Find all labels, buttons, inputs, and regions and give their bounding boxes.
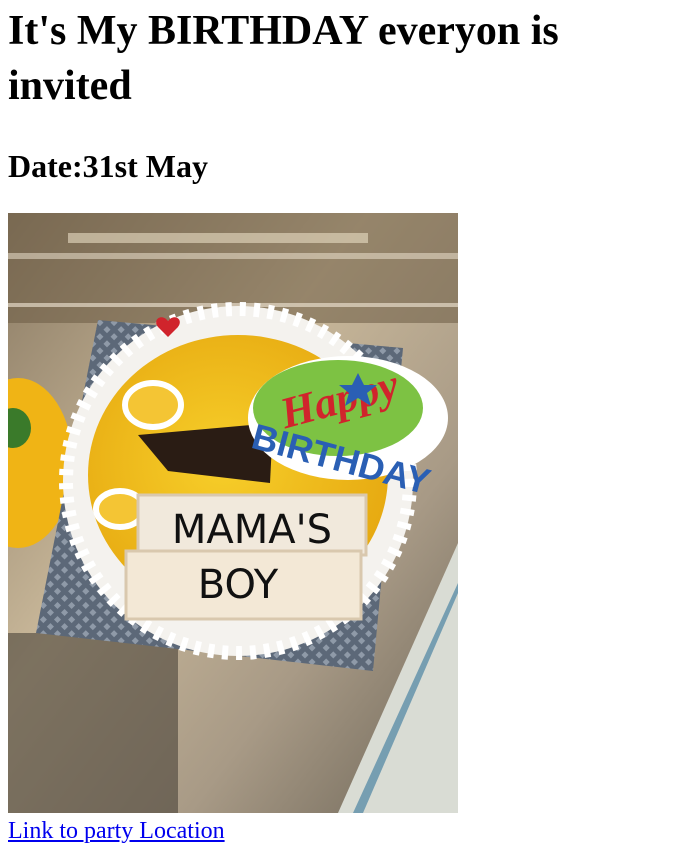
page-title: It's My BIRTHDAY everyon is invited <box>8 8 559 109</box>
cake-photo-drawing: Happy BIRTHDAY MAMA'S BOY <box>8 213 458 813</box>
cake-photo: Happy BIRTHDAY MAMA'S BOY <box>8 213 458 813</box>
wafer-text-line2: BOY <box>198 562 279 608</box>
date-heading: Date:31st May <box>8 148 208 184</box>
page: It's My BIRTHDAY everyon is invited Date… <box>0 4 693 845</box>
wafer-text-line1: MAMA'S <box>172 507 332 553</box>
party-location-link[interactable]: Link to party Location <box>8 817 225 845</box>
